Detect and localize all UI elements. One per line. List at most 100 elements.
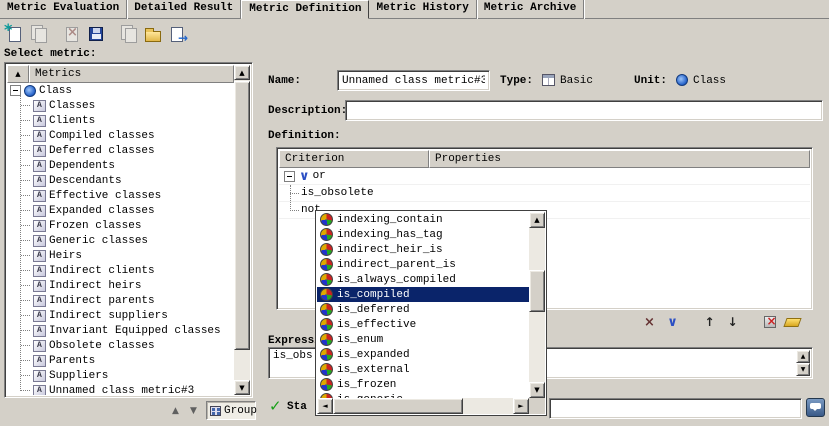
- dropdown-item[interactable]: is_effective: [317, 317, 529, 332]
- tree-item[interactable]: Effective classes: [15, 188, 234, 203]
- tree-item[interactable]: Obsolete classes: [15, 338, 234, 353]
- duplicate-metric-icon[interactable]: [27, 22, 51, 46]
- or-operator-icon[interactable]: [663, 314, 682, 331]
- scroll-down-icon[interactable]: [234, 380, 250, 395]
- sort-ascending-icon[interactable]: [7, 65, 29, 83]
- status-field[interactable]: [549, 398, 802, 419]
- scrollbar-thumb[interactable]: [234, 81, 250, 350]
- scrollbar-thumb[interactable]: [529, 270, 545, 312]
- tree-item[interactable]: Dependents: [15, 158, 234, 173]
- properties-column-header[interactable]: Properties: [429, 150, 810, 168]
- metric-tree: Class Classes Clients Compiled classes: [7, 83, 234, 395]
- dropdown-item[interactable]: is_compiled: [317, 287, 529, 302]
- description-field[interactable]: [345, 100, 823, 121]
- scroll-up-icon[interactable]: [529, 212, 545, 228]
- metric-tree-panel: Metrics Class Classes Clients: [4, 62, 253, 398]
- criterion-column-header[interactable]: Criterion: [279, 150, 429, 168]
- tree-item[interactable]: Clients: [15, 113, 234, 128]
- scroll-down-icon[interactable]: [796, 363, 810, 376]
- tree-item[interactable]: Indirect suppliers: [15, 308, 234, 323]
- move-metric-up-icon[interactable]: [167, 402, 184, 419]
- open-metric-file-icon[interactable]: [141, 22, 165, 46]
- tree-item[interactable]: Heirs: [15, 248, 234, 263]
- tab-label: Metric History: [376, 2, 468, 14]
- collapse-icon[interactable]: [284, 171, 295, 182]
- tab[interactable]: Metric History: [369, 0, 476, 19]
- remove-criterion-icon[interactable]: [640, 314, 659, 331]
- move-metric-down-icon[interactable]: [185, 402, 202, 419]
- tree-item[interactable]: Unnamed class metric#3: [15, 383, 234, 395]
- metric-icon: [33, 355, 46, 367]
- criterion-row-or[interactable]: or: [279, 168, 810, 185]
- comment-icon[interactable]: [806, 398, 825, 417]
- save-metric-icon[interactable]: [84, 22, 108, 46]
- scroll-right-icon[interactable]: [513, 398, 529, 414]
- tree-item[interactable]: Indirect parents: [15, 293, 234, 308]
- criterion-pie-icon: [320, 288, 333, 301]
- dropdown-item[interactable]: indirect_heir_is: [317, 242, 529, 257]
- remove-metric-icon[interactable]: [60, 22, 84, 46]
- tree-item-class-root[interactable]: Class: [7, 83, 234, 98]
- move-down-icon[interactable]: [723, 314, 742, 331]
- tree-item[interactable]: Descendants: [15, 173, 234, 188]
- new-metric-icon[interactable]: [3, 22, 27, 46]
- name-field[interactable]: [337, 70, 490, 91]
- delete-criterion-icon[interactable]: [760, 314, 779, 331]
- scroll-left-icon[interactable]: [317, 398, 333, 414]
- dropdown-item[interactable]: indexing_has_tag: [317, 227, 529, 242]
- dropdown-item[interactable]: is_enum: [317, 332, 529, 347]
- import-metrics-icon[interactable]: [117, 22, 141, 46]
- scroll-up-icon[interactable]: [234, 65, 250, 80]
- tree-item[interactable]: Invariant Equipped classes: [15, 323, 234, 338]
- tree-item[interactable]: Indirect heirs: [15, 278, 234, 293]
- tree-item-label: Indirect clients: [49, 265, 155, 277]
- export-metrics-icon[interactable]: [165, 22, 189, 46]
- dropdown-item[interactable]: is_expanded: [317, 347, 529, 362]
- dropdown-item-label: is_expanded: [337, 349, 410, 361]
- tree-item[interactable]: Parents: [15, 353, 234, 368]
- erase-criterion-icon[interactable]: [783, 314, 802, 331]
- dropdown-item[interactable]: is_deferred: [317, 302, 529, 317]
- group-icon: [210, 406, 221, 416]
- tree-item-label: Suppliers: [49, 370, 108, 382]
- type-label: Type:: [500, 75, 533, 87]
- tree-item[interactable]: Expanded classes: [15, 203, 234, 218]
- metrics-column-header[interactable]: Metrics: [29, 65, 234, 83]
- dropdown-item[interactable]: is_external: [317, 362, 529, 377]
- tab[interactable]: Metric Archive: [477, 0, 584, 19]
- group-toggle-button[interactable]: Group: [206, 401, 256, 420]
- tab[interactable]: Detailed Result: [127, 0, 241, 19]
- scrollbar-thumb[interactable]: [333, 398, 463, 414]
- tree-item[interactable]: Suppliers: [15, 368, 234, 383]
- tree-item[interactable]: Classes: [15, 98, 234, 113]
- tree-scrollbar[interactable]: [234, 65, 250, 395]
- tab[interactable]: Metric Definition: [241, 0, 369, 19]
- dropdown-item-label: indexing_contain: [337, 214, 443, 226]
- scroll-up-icon[interactable]: [796, 350, 810, 363]
- tree-item-label: Parents: [49, 355, 95, 367]
- tree-item[interactable]: Indirect clients: [15, 263, 234, 278]
- scroll-down-icon[interactable]: [529, 382, 545, 398]
- tab[interactable]: Metric Evaluation: [0, 0, 127, 19]
- tree-item[interactable]: Generic classes: [15, 233, 234, 248]
- dropdown-horizontal-scrollbar[interactable]: [317, 398, 529, 414]
- tree-item[interactable]: Frozen classes: [15, 218, 234, 233]
- metric-icon: [33, 340, 46, 352]
- criterion-row-is-obsolete[interactable]: is_obsolete: [279, 185, 810, 202]
- basic-type-icon: [542, 74, 555, 86]
- criterion-label: is_obsolete: [301, 187, 374, 199]
- dropdown-item[interactable]: is_always_compiled: [317, 272, 529, 287]
- dropdown-item[interactable]: is_frozen: [317, 377, 529, 392]
- tree-item[interactable]: Compiled classes: [15, 128, 234, 143]
- tree-item-label: Classes: [49, 100, 95, 112]
- move-up-icon[interactable]: [700, 314, 719, 331]
- metric-icon: [33, 175, 46, 187]
- tree-item[interactable]: Deferred classes: [15, 143, 234, 158]
- dropdown-vertical-scrollbar[interactable]: [529, 212, 545, 398]
- expression-scrollbar[interactable]: [796, 350, 810, 376]
- tree-item-label: Indirect heirs: [49, 280, 141, 292]
- tree-item-label: Dependents: [49, 160, 115, 172]
- tree-item-label: Invariant Equipped classes: [49, 325, 221, 337]
- dropdown-item[interactable]: indexing_contain: [317, 212, 529, 227]
- dropdown-item[interactable]: indirect_parent_is: [317, 257, 529, 272]
